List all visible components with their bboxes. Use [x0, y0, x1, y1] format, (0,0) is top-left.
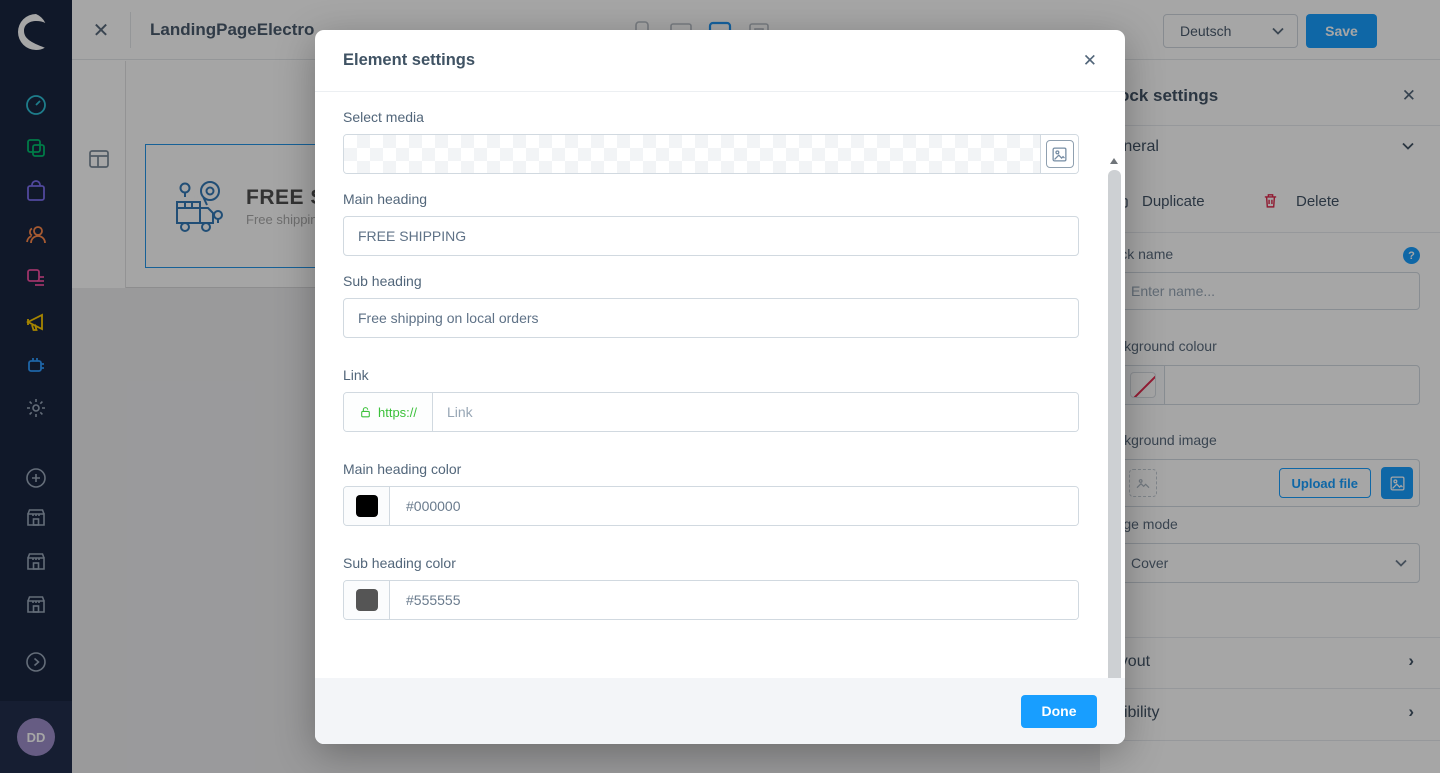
link-group: Link https://: [343, 367, 1079, 432]
main-heading-color-input[interactable]: [390, 487, 1078, 525]
sub-heading-color-group: Sub heading color: [343, 555, 1079, 620]
link-input[interactable]: [433, 393, 1078, 431]
sub-heading-label: Sub heading: [343, 273, 1079, 289]
element-settings-modal: Element settings ✕ Select media Main hea…: [315, 30, 1125, 744]
link-protocol: https://: [378, 405, 417, 420]
modal-close-icon[interactable]: ✕: [1083, 51, 1097, 71]
main-heading-group: Main heading: [343, 191, 1079, 256]
page: DD ✕ LandingPageElectro Deutsch: [0, 0, 1440, 773]
main-heading-color-group: Main heading color: [343, 461, 1079, 526]
modal-header: Element settings ✕: [315, 30, 1125, 92]
sub-heading-group: Sub heading: [343, 273, 1079, 338]
sub-heading-color-input[interactable]: [390, 581, 1078, 619]
media-empty-preview[interactable]: [344, 135, 1040, 173]
modal-scrollbar[interactable]: [1107, 156, 1122, 678]
scrollbar-thumb[interactable]: [1108, 170, 1121, 678]
sub-heading-color-label: Sub heading color: [343, 555, 1079, 571]
done-button[interactable]: Done: [1021, 695, 1097, 728]
main-heading-color-field: [343, 486, 1079, 526]
main-heading-label: Main heading: [343, 191, 1079, 207]
link-field: https://: [343, 392, 1079, 432]
media-button-zone: [1040, 135, 1078, 173]
sub-heading-input[interactable]: [343, 298, 1079, 338]
media-dropzone[interactable]: [343, 134, 1079, 174]
link-label: Link: [343, 367, 1079, 383]
link-protocol-prefix: https://: [344, 393, 433, 431]
select-media-label: Select media: [343, 109, 1079, 125]
modal-title: Element settings: [343, 51, 475, 70]
select-media-group: Select media: [343, 109, 1079, 174]
modal-footer: Done: [315, 678, 1125, 744]
modal-body: Select media Main heading Sub heading: [315, 92, 1125, 678]
sub-heading-color-swatch[interactable]: [356, 589, 378, 611]
main-heading-color-label: Main heading color: [343, 461, 1079, 477]
sub-heading-color-swatch-zone[interactable]: [344, 581, 390, 619]
sub-heading-color-field: [343, 580, 1079, 620]
main-heading-color-swatch[interactable]: [356, 495, 378, 517]
open-media-library-icon[interactable]: [1046, 140, 1074, 168]
main-heading-input[interactable]: [343, 216, 1079, 256]
lock-icon: [359, 405, 372, 420]
main-heading-color-swatch-zone[interactable]: [344, 487, 390, 525]
scroll-up-icon[interactable]: [1110, 158, 1118, 164]
